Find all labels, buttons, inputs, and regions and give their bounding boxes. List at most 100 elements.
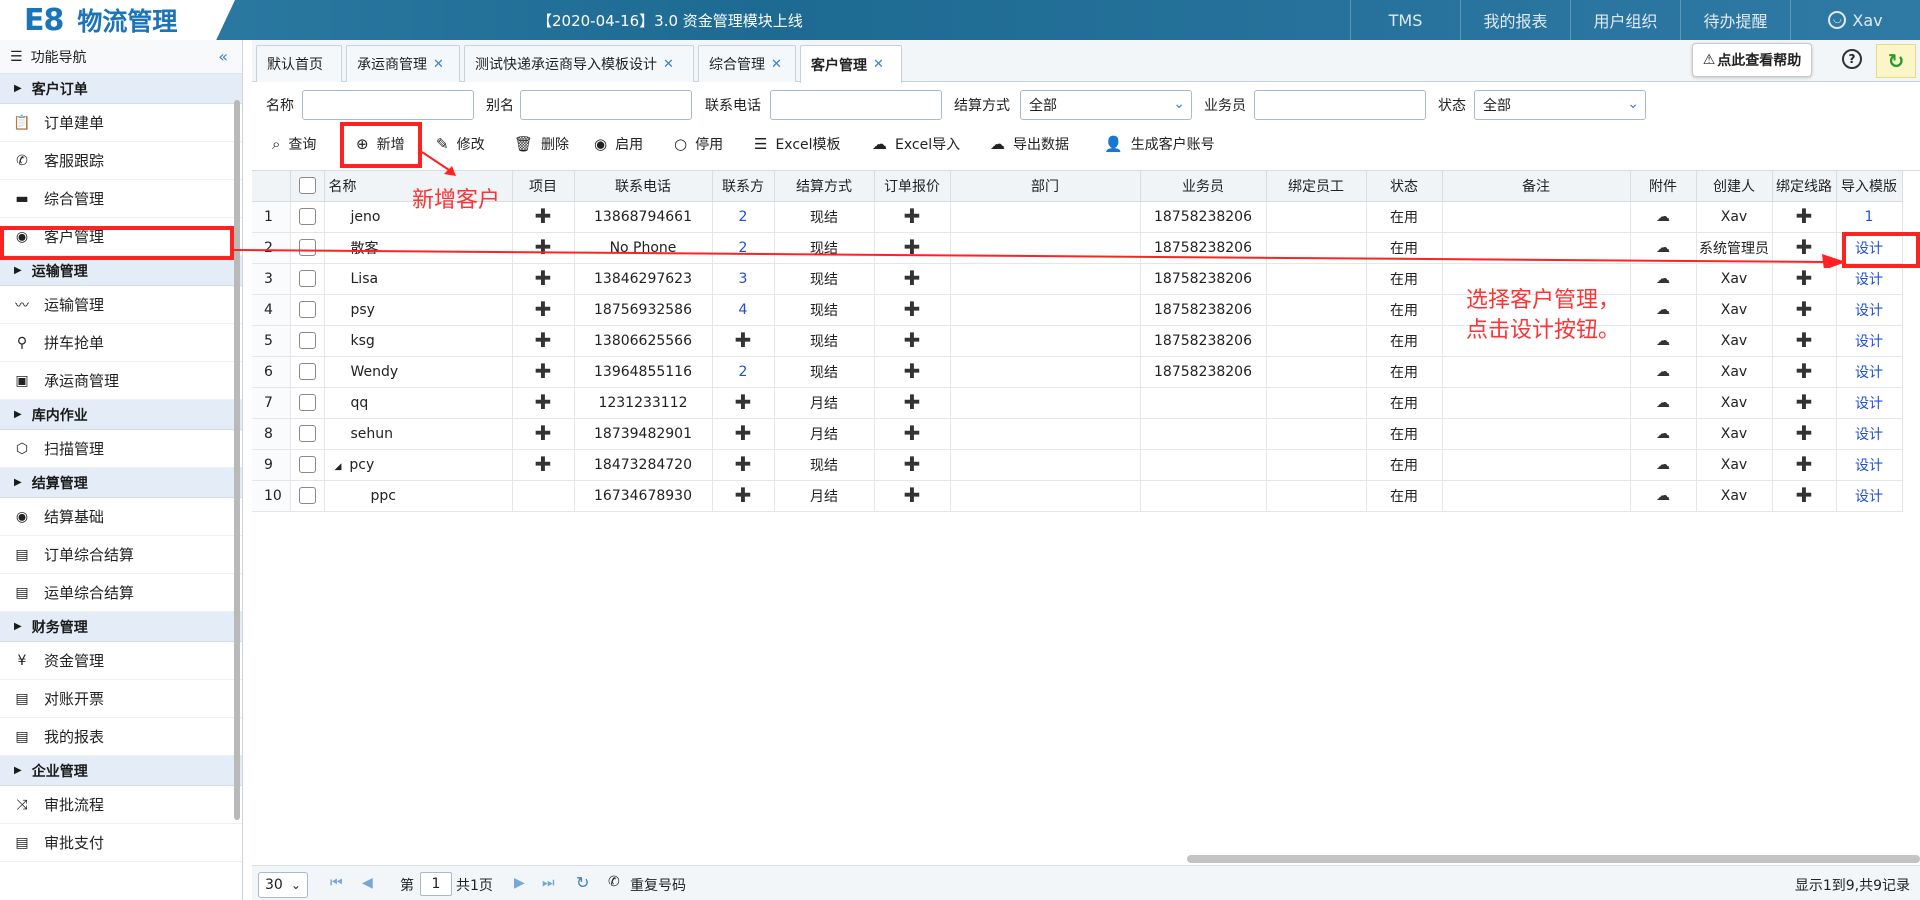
checkbox[interactable] <box>298 301 316 318</box>
sidebar-section[interactable]: ▶ 库内作业 <box>0 400 242 430</box>
contact-cell[interactable]: 2 <box>712 356 775 388</box>
help-button[interactable]: ⚠ 点此查看帮助 <box>1692 43 1812 77</box>
template-design-link[interactable]: 设计 <box>1836 480 1903 512</box>
phone-input[interactable] <box>770 90 942 120</box>
table-row[interactable]: 7 qq ✚ 1231233112 ✚ 月结 ✚ 在用 ☁ Xav ✚ 设计 <box>252 387 1903 419</box>
plus-icon[interactable]: ✚ <box>535 266 552 290</box>
plus-icon[interactable]: ✚ <box>904 483 921 507</box>
template-design-link[interactable]: 设计 <box>1836 325 1903 357</box>
close-icon[interactable]: ✕ <box>873 57 884 72</box>
plus-icon[interactable]: ✚ <box>904 452 921 476</box>
plus-icon[interactable]: ✚ <box>904 204 921 228</box>
template-design-link[interactable]: 1 <box>1836 201 1903 233</box>
plus-icon[interactable]: ✚ <box>1796 266 1813 290</box>
sidebar-item[interactable]: ▤ 对账开票 <box>0 680 242 718</box>
sidebar-section[interactable]: ▶ 运输管理 <box>0 256 242 286</box>
close-icon[interactable]: ✕ <box>663 57 674 72</box>
gen-account-button[interactable]: 👤 生成客户账号 <box>1104 124 1215 164</box>
tab-template-design[interactable]: 测试快递承运商导入模板设计 ✕ <box>464 45 694 82</box>
sidebar-item[interactable]: ▤ 订单综合结算 <box>0 536 242 574</box>
first-page-icon[interactable]: ⏮ <box>330 875 343 891</box>
sidebar-item[interactable]: ✆ 客服跟踪 <box>0 142 242 180</box>
cloud-upload-icon[interactable]: ☁ <box>1656 209 1670 225</box>
plus-icon[interactable]: ✚ <box>735 328 752 352</box>
user-menu[interactable]: ◡ Xav <box>1790 0 1920 40</box>
col-remark[interactable]: 备注 <box>1442 171 1631 202</box>
template-design-link[interactable]: 设计 <box>1836 449 1903 481</box>
contact-cell[interactable]: 4 <box>712 294 775 326</box>
cloud-upload-icon[interactable]: ☁ <box>1656 364 1670 380</box>
select-cell[interactable] <box>290 480 325 512</box>
plus-icon[interactable]: ✚ <box>735 390 752 414</box>
sidebar-item[interactable]: ▣ 承运商管理 <box>0 362 242 400</box>
nav-user-org[interactable]: 用户组织 <box>1570 0 1680 40</box>
plus-icon[interactable]: ✚ <box>1796 359 1813 383</box>
table-row[interactable]: 10 ppc 16734678930 ✚ 月结 ✚ 在用 ☁ Xav ✚ 设计 <box>252 480 1903 512</box>
select-cell[interactable] <box>290 325 325 357</box>
alias-input[interactable] <box>520 90 692 120</box>
template-design-link[interactable]: 设计 <box>1836 356 1903 388</box>
template-design-link[interactable]: 设计 <box>1836 387 1903 419</box>
excel-import-button[interactable]: ☁ Excel导入 <box>872 124 960 164</box>
sidebar-section[interactable]: ▶ 结算管理 <box>0 468 242 498</box>
plus-icon[interactable]: ✚ <box>535 452 552 476</box>
sidebar-section[interactable]: ▶ 财务管理 <box>0 612 242 642</box>
sidebar-item[interactable]: ▤ 运单综合结算 <box>0 574 242 612</box>
table-row[interactable]: 9 ◢ pcy ✚ 18473284720 ✚ 现结 ✚ 在用 ☁ Xav ✚ 设计 <box>252 449 1903 481</box>
col-contact[interactable]: 联系方 <box>712 171 775 202</box>
checkbox[interactable] <box>298 177 316 195</box>
plus-icon[interactable]: ✚ <box>735 452 752 476</box>
plus-icon[interactable]: ✚ <box>535 359 552 383</box>
col-project[interactable]: 项目 <box>512 171 575 202</box>
sidebar-item[interactable]: ⚲ 拼车抢单 <box>0 324 242 362</box>
plus-icon[interactable]: ✚ <box>535 421 552 445</box>
table-row[interactable]: 5 ksg ✚ 13806625566 ✚ 现结 ✚ 18758238206 在用 ☁ Xav ✚ 设计 <box>252 325 1903 357</box>
last-page-icon[interactable]: ⏭ <box>542 875 555 891</box>
settle-select[interactable]: 全部 ⌄ <box>1020 90 1192 120</box>
col-select[interactable] <box>290 171 325 202</box>
template-design-link[interactable]: 设计 <box>1836 294 1903 326</box>
checkbox[interactable] <box>298 425 316 442</box>
plus-icon[interactable]: ✚ <box>904 421 921 445</box>
tab-home[interactable]: 默认首页 <box>256 45 342 82</box>
cloud-upload-icon[interactable]: ☁ <box>1656 271 1670 287</box>
table-row[interactable]: 4 psy ✚ 18756932586 4 现结 ✚ 18758238206 在用 ☁ Xav ✚ 设计 <box>252 294 1903 326</box>
plus-icon[interactable]: ✚ <box>1796 328 1813 352</box>
plus-icon[interactable]: ✚ <box>535 204 552 228</box>
enable-button[interactable]: ◉ 启用 <box>594 124 643 164</box>
close-icon[interactable]: ✕ <box>433 57 444 72</box>
contact-cell[interactable]: 2 <box>712 201 775 233</box>
plus-icon[interactable]: ✚ <box>1796 297 1813 321</box>
sidebar-section[interactable]: ▶ 客户订单 <box>0 74 242 104</box>
sidebar-item[interactable]: ⬡ 扫描管理 <box>0 430 242 468</box>
refresh-icon[interactable]: ↻ <box>1876 44 1916 78</box>
col-template[interactable]: 导入模版 <box>1836 171 1903 202</box>
table-row[interactable]: 8 sehun ✚ 18739482901 ✚ 月结 ✚ 在用 ☁ Xav ✚ 设计 <box>252 418 1903 450</box>
sidebar-item[interactable]: ◉ 结算基础 <box>0 498 242 536</box>
checkbox[interactable] <box>298 394 316 411</box>
checkbox[interactable] <box>298 208 316 225</box>
plus-icon[interactable]: ✚ <box>1796 390 1813 414</box>
table-row[interactable]: 6 Wendy ✚ 13964855116 2 现结 ✚ 18758238206 在用 ☁ Xav ✚… <box>252 356 1903 388</box>
plus-icon[interactable]: ✚ <box>535 328 552 352</box>
checkbox[interactable] <box>298 270 316 287</box>
plus-icon[interactable]: ✚ <box>904 328 921 352</box>
select-cell[interactable] <box>290 449 325 481</box>
salesman-input[interactable] <box>1254 90 1426 120</box>
col-salesman[interactable]: 业务员 <box>1140 171 1267 202</box>
next-page-icon[interactable]: ▶ <box>514 875 525 891</box>
question-icon[interactable]: ? <box>1842 49 1862 69</box>
cloud-upload-icon[interactable]: ☁ <box>1656 426 1670 442</box>
reload-icon[interactable]: ↻ <box>576 873 589 892</box>
name-input[interactable] <box>302 90 474 120</box>
col-staff[interactable]: 绑定员工 <box>1266 171 1367 202</box>
excel-template-button[interactable]: ☰ Excel模板 <box>754 124 841 164</box>
plus-icon[interactable]: ✚ <box>735 483 752 507</box>
select-cell[interactable] <box>290 294 325 326</box>
col-quote[interactable]: 订单报价 <box>874 171 951 202</box>
select-cell[interactable] <box>290 356 325 388</box>
tab-carrier[interactable]: 承运商管理 ✕ <box>346 45 460 82</box>
col-route[interactable]: 绑定线路 <box>1772 171 1837 202</box>
plus-icon[interactable]: ✚ <box>1796 421 1813 445</box>
export-button[interactable]: ☁ 导出数据 <box>990 124 1069 164</box>
